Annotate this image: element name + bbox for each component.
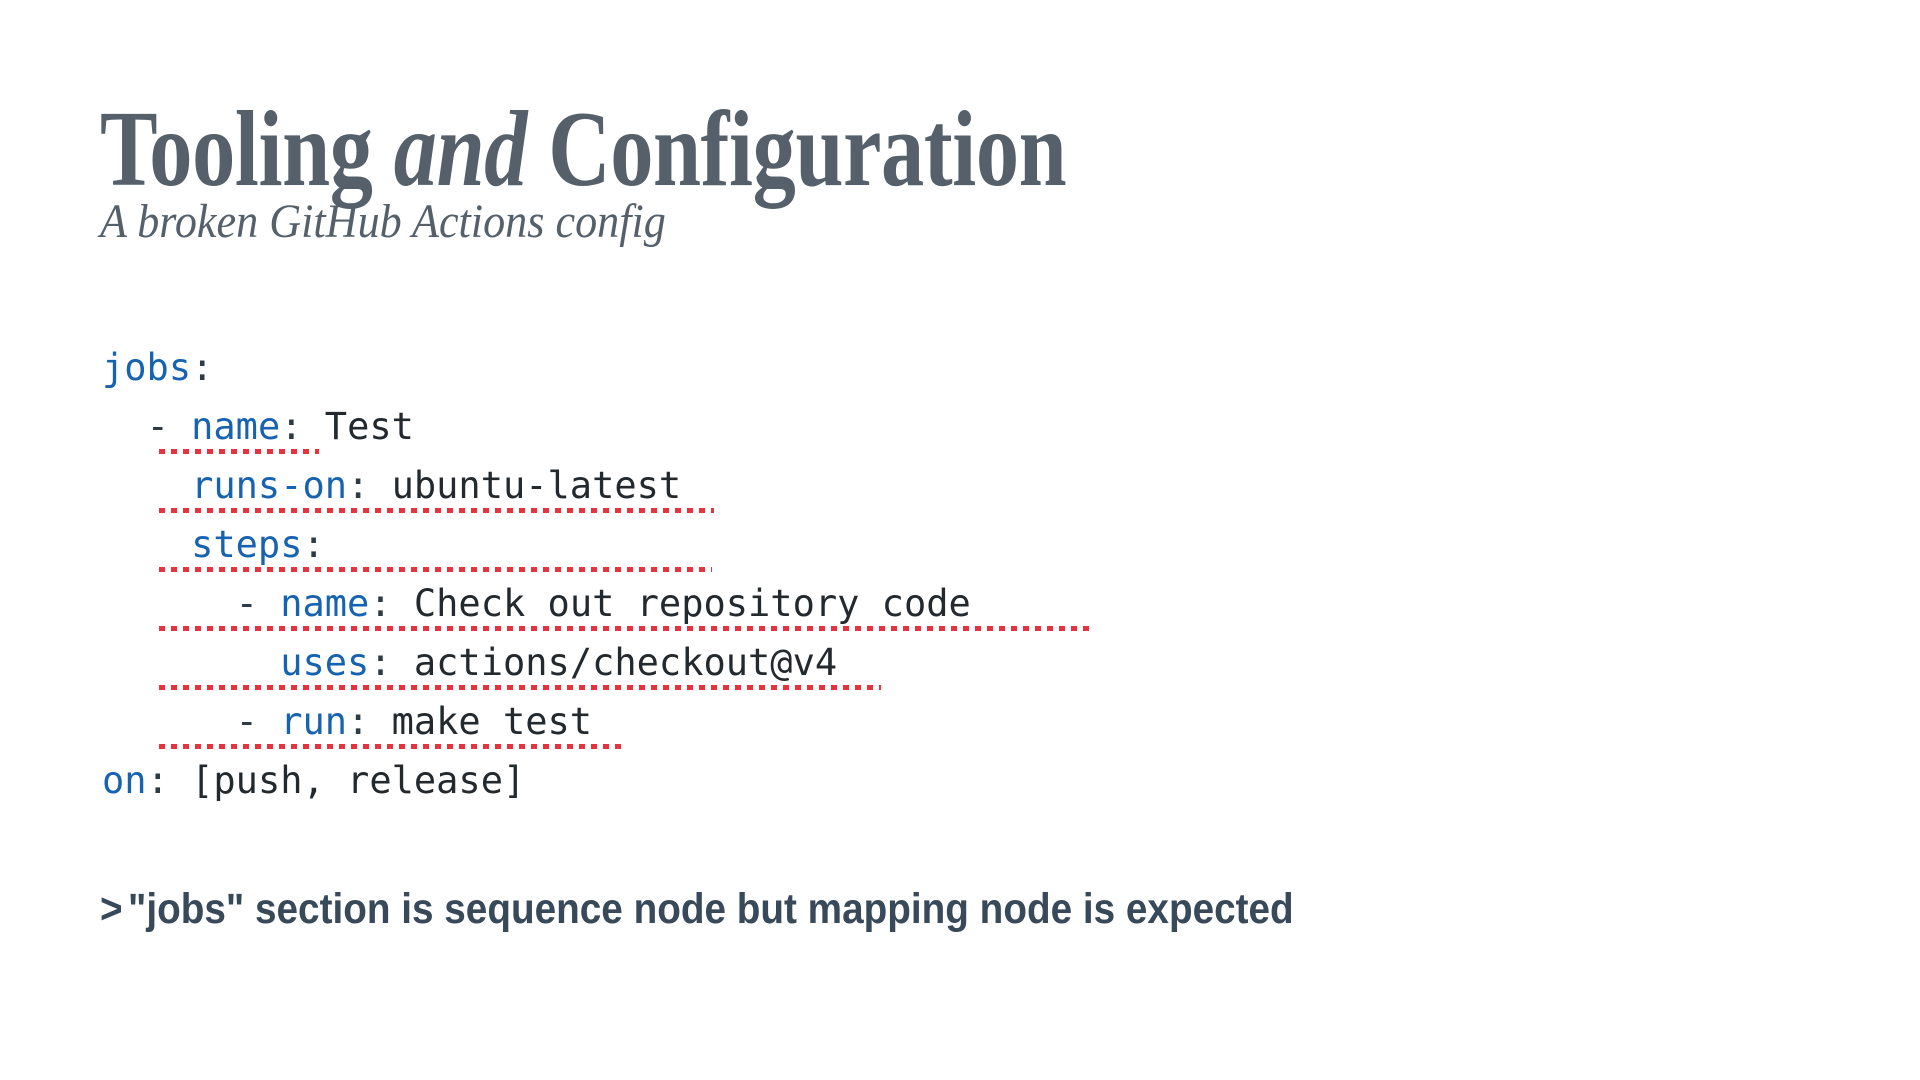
code-value: make test <box>369 700 593 743</box>
error-message-text: "jobs" section is sequence node but mapp… <box>128 885 1294 933</box>
code-value: Check out repository code <box>391 582 971 625</box>
code-colon: : <box>280 405 303 448</box>
error-squiggle-underline <box>159 744 623 749</box>
code-value: actions/checkout@v4 <box>391 641 838 684</box>
code-key: steps <box>191 523 303 566</box>
code-key: name <box>191 405 281 448</box>
code-value: [push, release] <box>168 759 526 802</box>
code-colon: : <box>146 759 169 802</box>
title-part-1: Tooling <box>100 90 394 210</box>
slide-root: Tooling and Configuration A broken GitHu… <box>0 0 1920 1080</box>
error-squiggle-underline <box>159 508 714 513</box>
code-sequence-dash: - <box>146 405 192 448</box>
code-line: runs-on: ubuntu-latest <box>102 456 971 515</box>
code-value: ubuntu-latest <box>369 464 682 507</box>
code-line: - run: make test <box>102 692 971 751</box>
code-line: uses: actions/checkout@v4 <box>102 633 971 692</box>
error-caret: > <box>100 885 123 933</box>
code-key: on <box>102 759 147 802</box>
code-line: - name: Test <box>102 397 971 456</box>
code-colon: : <box>369 641 392 684</box>
title-part-2: Configuration <box>527 90 1067 210</box>
code-line: on: [push, release] <box>102 751 971 810</box>
code-sequence-dash: - <box>235 582 281 625</box>
code-key: name <box>280 582 370 625</box>
page-subtitle: A broken GitHub Actions config <box>100 195 666 248</box>
code-key: jobs <box>102 346 192 389</box>
code-colon: : <box>191 346 214 389</box>
yaml-code-block: jobs: - name: Test runs-on: ubuntu-lates… <box>102 338 1093 810</box>
code-colon: : <box>302 523 325 566</box>
code-key: run <box>280 700 348 743</box>
code-key: runs-on <box>191 464 348 507</box>
code-key: uses <box>280 641 370 684</box>
title-emphasis: and <box>393 90 528 210</box>
code-sequence-dash: - <box>235 700 281 743</box>
page-title: Tooling and Configuration <box>100 90 1067 211</box>
error-message: > "jobs" section is sequence node but map… <box>100 885 1294 934</box>
code-colon: : <box>347 464 370 507</box>
error-squiggle-underline <box>159 449 319 454</box>
error-squiggle-underline <box>159 685 881 690</box>
code-line: steps: <box>102 515 971 574</box>
code-colon: : <box>347 700 370 743</box>
error-squiggle-underline <box>159 626 1093 631</box>
code-value: Test <box>302 405 414 448</box>
code-colon: : <box>369 582 392 625</box>
error-squiggle-underline <box>159 567 712 572</box>
code-line: - name: Check out repository code <box>102 574 1093 633</box>
code-line: jobs: <box>102 338 971 397</box>
